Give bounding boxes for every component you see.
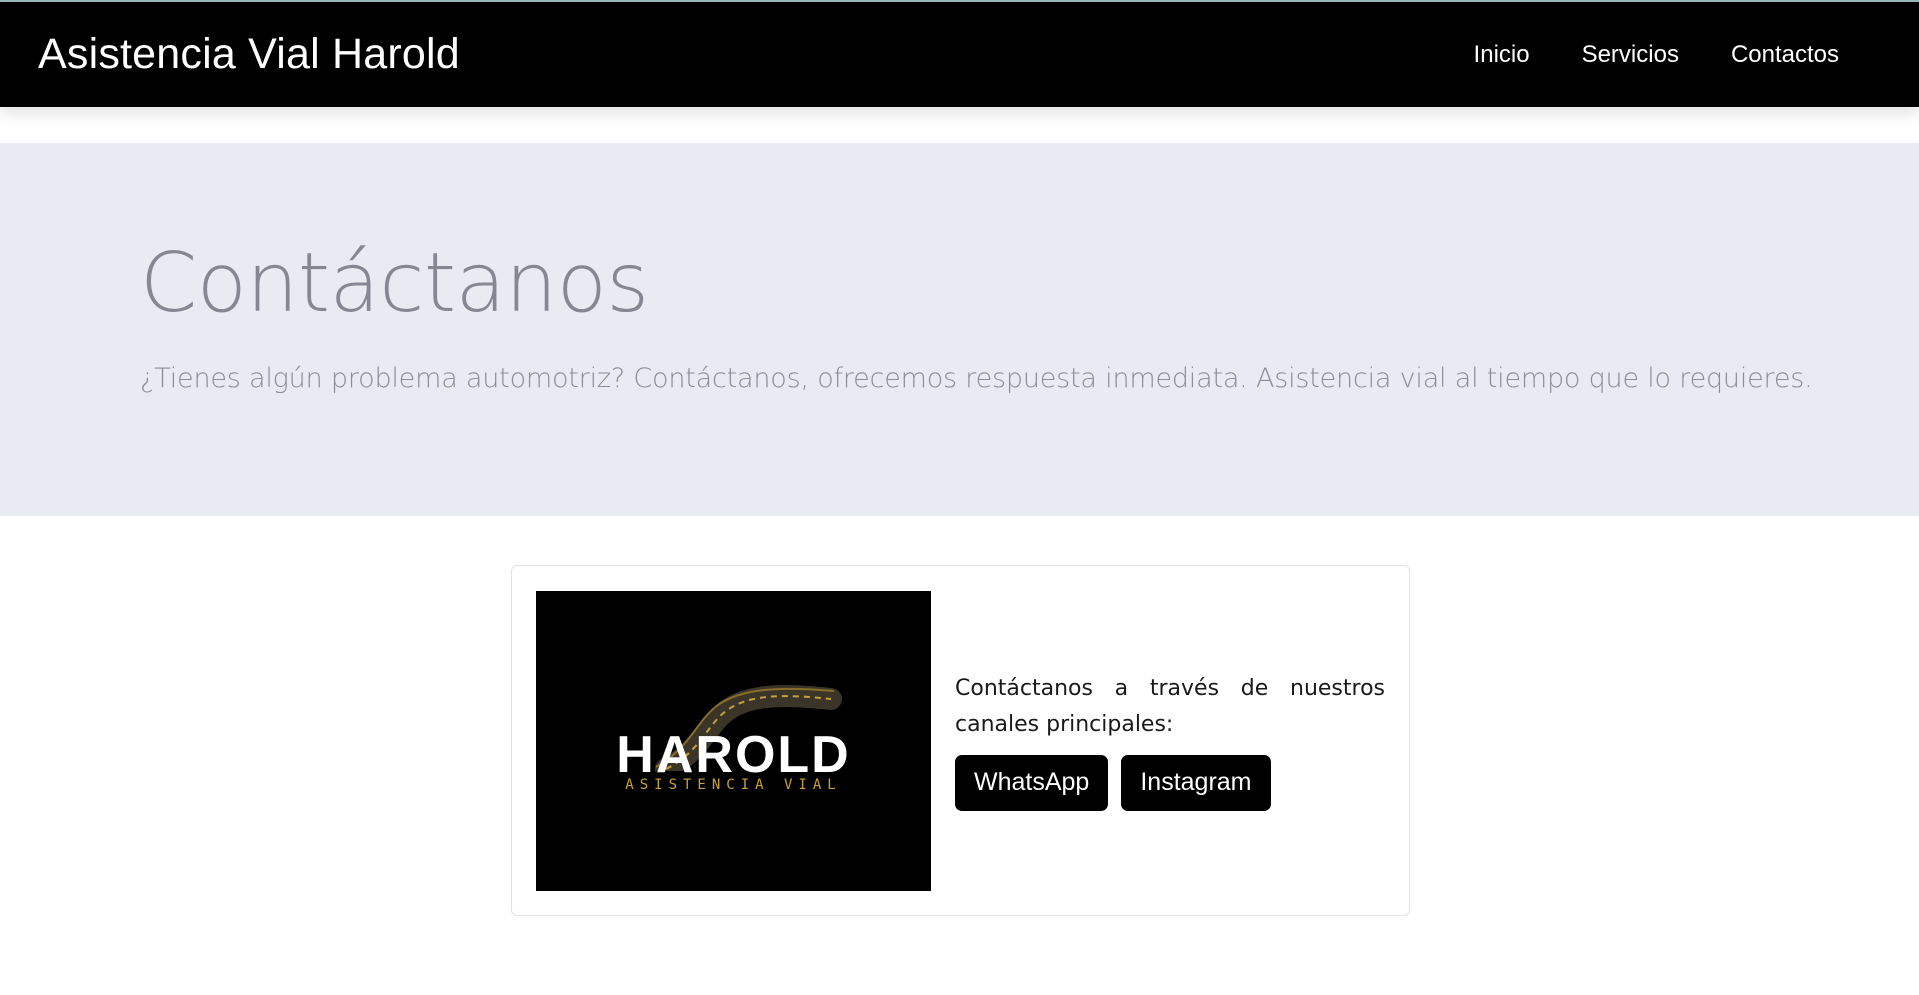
contact-section: HAROLD ASISTENCIA VIAL Contáctanos a tra…	[0, 516, 1919, 995]
instagram-button[interactable]: Instagram	[1121, 754, 1271, 811]
contact-description: Contáctanos a través de nuestros canales…	[955, 675, 1385, 737]
brand-link[interactable]: Asistencia Vial Harold	[38, 30, 460, 79]
hero-section: Contáctanos ¿Tienes algún problema autom…	[0, 143, 1919, 516]
nav-links: Inicio Servicios Contactos	[1474, 41, 1839, 69]
contact-card: HAROLD ASISTENCIA VIAL Contáctanos a tra…	[511, 565, 1410, 916]
navbar-spacer	[0, 107, 1919, 143]
harold-logo: HAROLD ASISTENCIA VIAL	[536, 590, 931, 891]
nav-link-contactos[interactable]: Contactos	[1731, 41, 1839, 69]
logo-tagline: ASISTENCIA VIAL	[625, 776, 842, 793]
contact-card-body: Contáctanos a través de nuestros canales…	[931, 671, 1385, 811]
contact-buttons: WhatsApp Instagram	[955, 754, 1385, 811]
logo-wordmark: HAROLD	[616, 725, 851, 784]
whatsapp-button[interactable]: WhatsApp	[955, 754, 1109, 811]
nav-link-servicios[interactable]: Servicios	[1582, 41, 1679, 69]
navbar: Asistencia Vial Harold Inicio Servicios …	[0, 2, 1919, 107]
hero-subtitle: ¿Tienes algún problema automotriz? Contá…	[140, 363, 1813, 394]
nav-link-inicio[interactable]: Inicio	[1474, 41, 1530, 69]
page-title: Contáctanos	[140, 236, 649, 331]
